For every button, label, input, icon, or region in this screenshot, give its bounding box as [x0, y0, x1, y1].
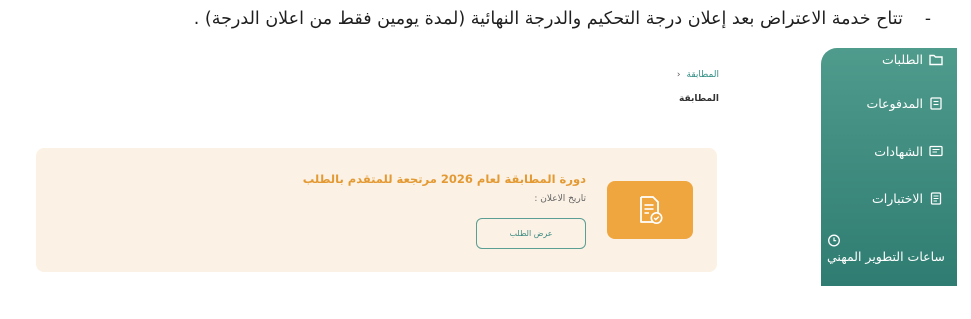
- card-title: دورة المطابقة لعام 2026 مرتجعة للمتقدم ب…: [302, 172, 586, 186]
- objection-note: - تتاح خدمة الاعتراض بعد إعلان درجة التح…: [40, 4, 931, 34]
- view-request-button[interactable]: عرض الطلب: [476, 218, 586, 249]
- sidebar-item-exams[interactable]: الاختبارات: [827, 191, 943, 206]
- breadcrumb: المطابقة ‹: [677, 70, 719, 80]
- application-card: دورة المطابقة لعام 2026 مرتجعة للمتقدم ب…: [36, 148, 717, 272]
- sidebar-item-requests[interactable]: الطلبات: [827, 52, 943, 67]
- sidebar-item-label: الاختبارات: [872, 191, 923, 206]
- page-title: المطابقة: [679, 94, 719, 104]
- sidebar-item-label: الشهادات: [874, 144, 923, 159]
- sidebar-item-label: ساعات التطوير المهني: [827, 249, 945, 264]
- sidebar-item-payments[interactable]: المدفوعات: [827, 96, 943, 111]
- breadcrumb-link[interactable]: المطابقة: [687, 70, 719, 80]
- receipt-icon: [930, 97, 942, 110]
- document-check-icon: [640, 196, 663, 224]
- sidebar: الطلبات المدفوعات الشهادات الاختبارات سا…: [821, 48, 957, 286]
- clock-icon: [828, 234, 840, 247]
- sidebar-item-label: المدفوعات: [866, 96, 923, 111]
- certificate-icon: [929, 145, 943, 157]
- application-icon-box: [607, 181, 693, 239]
- note-text: تتاح خدمة الاعتراض بعد إعلان درجة التحكي…: [193, 9, 903, 29]
- chevron-left-icon: ‹: [676, 70, 681, 80]
- sidebar-item-label: الطلبات: [881, 52, 923, 67]
- sidebar-item-certificates[interactable]: الشهادات: [827, 144, 943, 159]
- exam-icon: [930, 192, 942, 205]
- note-bullet: -: [924, 9, 931, 29]
- folder-icon: [929, 54, 943, 66]
- sidebar-item-professional-development-hours[interactable]: ساعات التطوير المهني: [827, 234, 945, 264]
- announcement-date-label: تاريخ الاعلان :: [534, 194, 586, 204]
